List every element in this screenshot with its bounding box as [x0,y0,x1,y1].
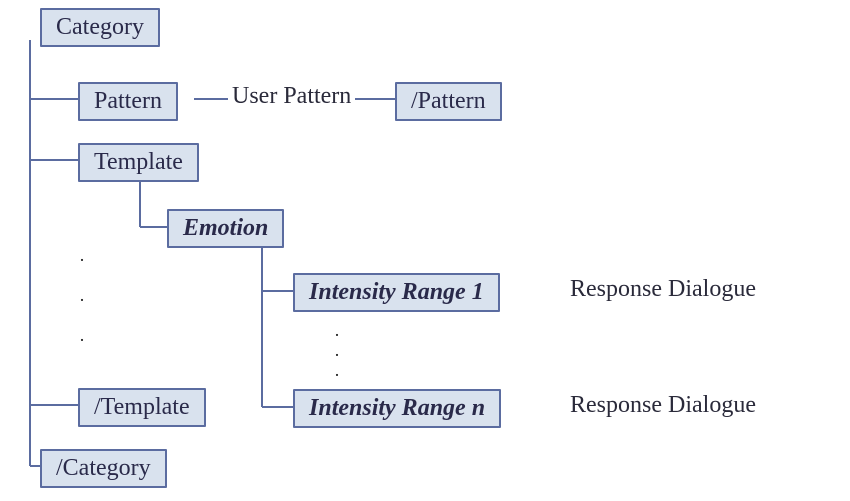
ellipsis-dots-right: ... [332,320,342,380]
node-intensity-range-1: Intensity Range 1 [293,273,500,312]
node-label: Emotion [183,215,268,241]
label-user-pattern: User Pattern [228,83,355,110]
ellipsis-dots-left: . . . [77,245,87,345]
node-category-open: Category [40,8,160,47]
node-emotion: Emotion [167,209,284,248]
node-template-close: /Template [78,388,206,427]
node-pattern-close: /Pattern [395,82,502,121]
node-label: Intensity Range 1 [309,279,484,305]
node-label: Pattern [94,88,162,114]
label-response-dialogue-1: Response Dialogue [570,276,756,303]
node-intensity-range-n: Intensity Range n [293,389,501,428]
node-template-open: Template [78,143,199,182]
label-response-dialogue-n: Response Dialogue [570,392,756,419]
node-label: Intensity Range n [309,395,485,421]
node-category-close: /Category [40,449,167,488]
node-label: /Template [94,394,190,420]
node-pattern-open: Pattern [78,82,178,121]
node-label: /Pattern [411,88,486,114]
node-label: Category [56,14,144,40]
node-label: Template [94,149,183,175]
node-label: /Category [56,455,151,481]
